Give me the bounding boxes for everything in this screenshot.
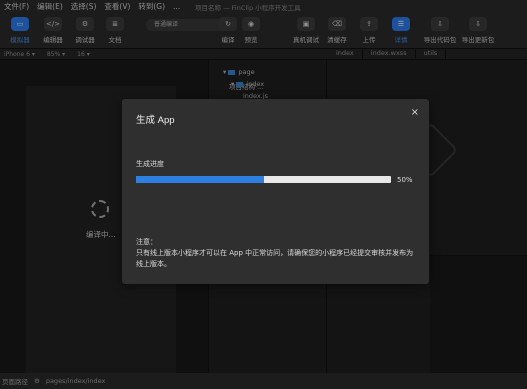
progress-percent: 50%: [397, 176, 413, 184]
close-icon[interactable]: ×: [411, 107, 419, 118]
generate-app-dialog: 生成 App × 生成进度 50% 注意： 只有线上版本小程序才可以在 App …: [122, 99, 429, 284]
note-title: 注意：: [136, 238, 157, 246]
progress-label: 生成进度: [136, 160, 164, 168]
progress-fill: [136, 176, 264, 183]
note-body: 只有线上版本小程序才可以在 App 中正常访问，请确保您的小程序已经提交审核并发…: [136, 249, 414, 268]
dialog-title: 生成 App: [136, 115, 175, 126]
progress-bar: [136, 176, 391, 183]
